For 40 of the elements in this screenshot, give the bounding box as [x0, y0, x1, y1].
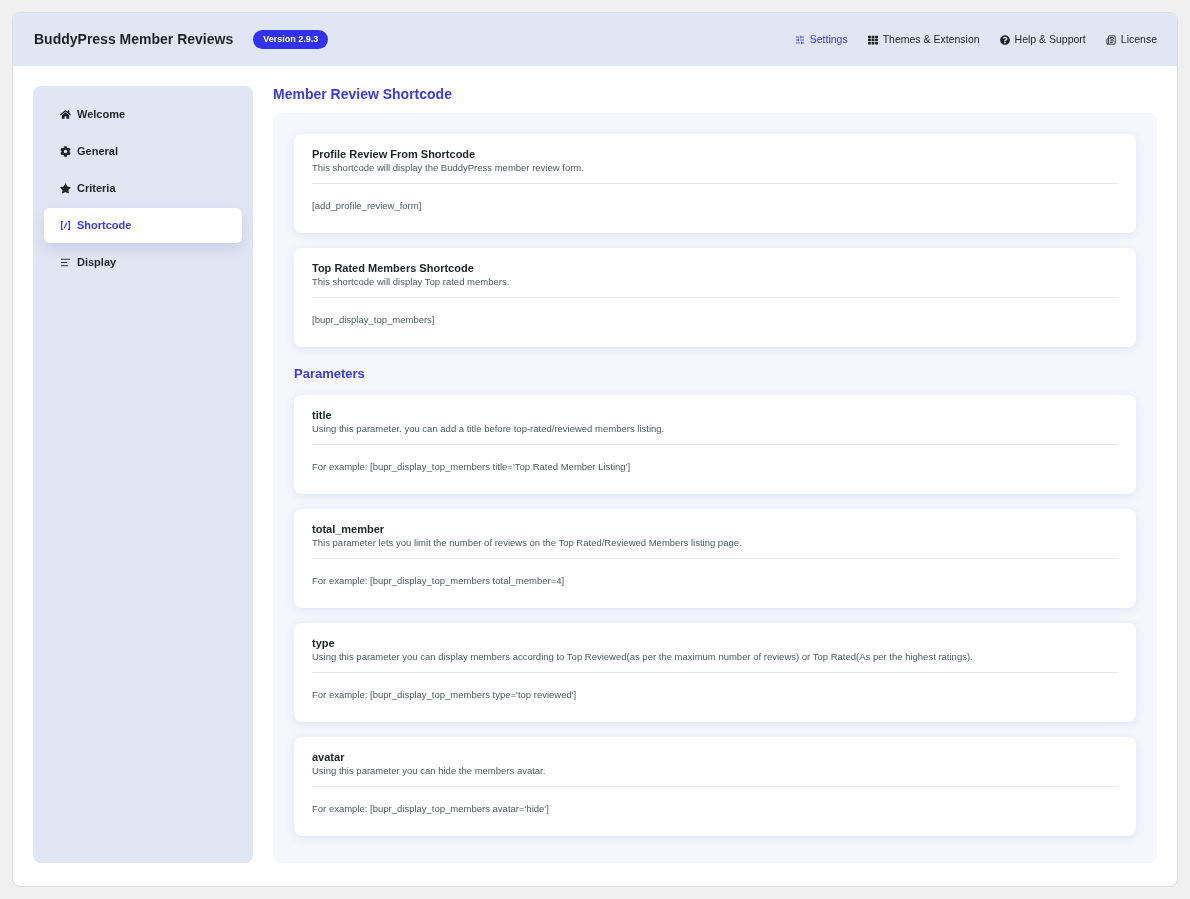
- sidebar-item[interactable]: General: [44, 134, 242, 169]
- card-description: This shortcode will display Top rated members.: [312, 275, 511, 288]
- card-description: This shortcode will display the BuddyPress member review form.: [312, 161, 585, 174]
- sliders-icon: [794, 34, 805, 45]
- card-title: Profile Review From Shortcode: [312, 147, 477, 161]
- card-description: Using this parameter you can display members according to Top Reviewed(as per the maximum number of reviews) or Top Rated(As per the highest ratings).: [312, 649, 974, 663]
- card-title: total_member: [312, 521, 386, 536]
- shortcode-text: For example: [bupr_display_top_members type='top reviewed']: [312, 687, 578, 701]
- card-title: avatar: [312, 749, 346, 764]
- home-icon: [60, 109, 71, 120]
- document-icon: [1105, 34, 1116, 45]
- sidebar-item[interactable]: Welcome: [44, 97, 242, 132]
- lines-icon: [60, 257, 71, 268]
- shortcode-text: For example: [bupr_display_top_members title='Top Rated Member Listing']: [312, 459, 632, 473]
- shortcode-text: [add_profile_review_form]: [312, 199, 423, 212]
- plugin-title: BuddyPress Member Reviews: [34, 30, 234, 49]
- section-title: Parameters: [294, 365, 366, 383]
- shortcode-text: For example: [bupr_display_top_members avatar='hide']: [312, 801, 550, 815]
- gear-icon: [60, 146, 71, 157]
- sidebar-item[interactable]: Shortcode: [44, 208, 242, 243]
- version-badge: Version 2.9.3: [253, 29, 329, 50]
- card-description: This parameter lets you limit the number of reviews on the Top Rated/Reviewed Members listing page.: [312, 535, 743, 549]
- section-title: Member Review Shortcode: [273, 87, 453, 101]
- header-link[interactable]: Settings: [794, 31, 848, 48]
- grid-icon: [867, 34, 878, 45]
- card-description: Using this parameter you can hide the members avatar.: [312, 763, 547, 777]
- sidebar-item[interactable]: Display: [44, 245, 242, 280]
- card-title: Top Rated Members Shortcode: [312, 261, 475, 275]
- code-icon: [60, 220, 71, 231]
- card-title: type: [312, 635, 336, 650]
- shortcode-text: For example: [bupr_display_top_members total_member=4]: [312, 573, 566, 587]
- help-icon: [999, 34, 1010, 45]
- sidebar-item[interactable]: Criteria: [44, 171, 242, 206]
- header-link[interactable]: Themes & Extension: [867, 31, 980, 48]
- card-title: title: [312, 407, 333, 422]
- shortcode-text: [bupr_display_top_members]: [312, 313, 436, 326]
- header-link[interactable]: License: [1105, 31, 1157, 48]
- card-description: Using this parameter. you can add a title before top-rated/reviewed members listing.: [312, 421, 666, 435]
- header-link[interactable]: Help & Support: [999, 31, 1086, 48]
- star-icon: [60, 183, 71, 194]
